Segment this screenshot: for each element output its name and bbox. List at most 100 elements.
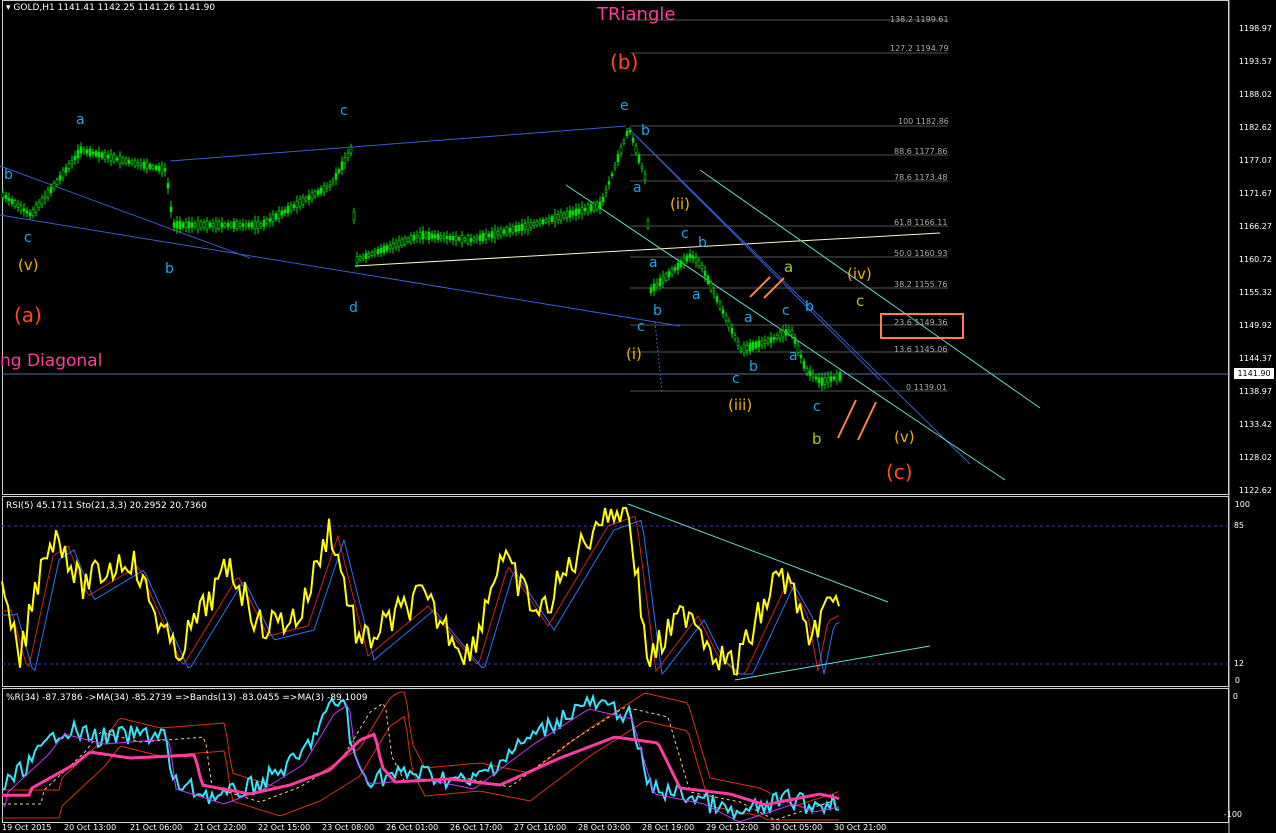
candle-body	[784, 329, 788, 336]
candle-body	[229, 222, 233, 228]
candle-body	[469, 238, 473, 242]
candle-body	[760, 340, 764, 346]
candle-body	[835, 373, 839, 381]
candle-body	[274, 213, 278, 220]
stochastic-line	[2, 515, 840, 675]
candle-body	[508, 228, 512, 233]
wave-label: b	[4, 167, 13, 183]
candle-body	[208, 222, 212, 228]
candle-body	[550, 216, 554, 222]
candle-body	[133, 159, 137, 167]
candle-body	[817, 377, 821, 384]
fib-level-label: 0 1139.01	[906, 383, 947, 392]
main-chart-pane[interactable]: ▾ GOLD,H1 1141.41 1142.25 1141.26 1141.9…	[0, 0, 1276, 496]
candle-body	[715, 296, 719, 302]
price-axis-label: 1133.42	[1238, 420, 1272, 429]
price-axis-label: 1171.67	[1238, 189, 1272, 198]
rsi-pane[interactable]: RSI(5) 45.1711 Sto(21,3,3) 20.2952 20.73…	[0, 496, 1276, 688]
trendline	[169, 125, 627, 162]
candle-body	[298, 198, 302, 207]
candle-body	[616, 154, 620, 163]
candle-body	[7, 197, 11, 201]
candle-body	[442, 235, 446, 239]
candle-body	[505, 226, 509, 236]
candle-body	[514, 225, 518, 233]
candle-body	[535, 221, 539, 226]
candle-body	[439, 235, 443, 239]
candle-body	[253, 221, 257, 229]
candle-body	[712, 291, 716, 294]
candle-body	[772, 337, 776, 340]
candle-body	[310, 192, 314, 199]
wave-label: (c)	[886, 460, 913, 484]
wave-label: c	[856, 292, 865, 310]
date-axis-label: 21 Oct 22:00	[194, 823, 247, 832]
wave-label: b	[749, 359, 758, 375]
wpr-pane[interactable]: %R(34) -87.3786 ->MA(34) -85.2739 =>Band…	[0, 688, 1276, 833]
candle-body	[289, 204, 293, 211]
rsi-header: RSI(5) 45.1711 Sto(21,3,3) 20.2952 20.73…	[6, 501, 207, 511]
candle-body	[184, 222, 188, 228]
rsi-axis-label: 100	[1234, 500, 1250, 509]
candle-body	[481, 232, 485, 242]
rsi-axis-label: 85	[1233, 521, 1244, 530]
rsi-canvas[interactable]	[0, 496, 1276, 688]
wpr-canvas[interactable]	[0, 688, 1276, 833]
candle-body	[769, 337, 773, 343]
candle-body	[19, 204, 23, 211]
candle-body	[778, 332, 782, 339]
wave-label: d	[349, 300, 358, 316]
candle-body	[643, 173, 647, 180]
date-axis-label: 23 Oct 08:00	[322, 823, 375, 832]
candle-body	[145, 162, 149, 170]
candle-body	[100, 152, 104, 158]
candle-body	[334, 172, 338, 180]
candle-body	[373, 251, 377, 255]
candle-body	[724, 315, 728, 321]
candle-body	[190, 222, 194, 228]
candle-body	[421, 231, 425, 240]
candle-body	[28, 212, 32, 217]
candle-body	[709, 282, 713, 291]
wave-label: c	[637, 319, 645, 335]
price-axis-label: 1155.32	[1238, 288, 1272, 297]
fib-level-label: 50.0 1160.93	[894, 249, 948, 258]
wave-label: a	[784, 258, 794, 276]
candle-body	[502, 229, 506, 234]
candle-body	[802, 360, 806, 369]
candle-body	[622, 140, 626, 144]
candle-body	[58, 175, 62, 181]
candle-body	[127, 159, 131, 164]
candle-body	[478, 234, 482, 241]
candle-body	[682, 258, 686, 264]
candle-body	[22, 208, 26, 212]
candle-body	[169, 206, 173, 212]
candle-body	[556, 214, 560, 221]
candle-body	[832, 376, 836, 380]
price-axis-label: 1198.97	[1238, 24, 1272, 33]
candle-body	[529, 222, 533, 228]
candle-body	[532, 222, 536, 226]
main-chart-canvas[interactable]	[0, 0, 1276, 496]
candle-body	[376, 249, 380, 255]
candle-body	[565, 211, 569, 218]
fib-level-label: 138.2 1199.61	[890, 15, 949, 24]
candle-body	[775, 334, 779, 340]
candle-body	[256, 220, 260, 230]
candle-body	[109, 154, 113, 161]
date-axis-label: 28 Oct 03:00	[578, 823, 631, 832]
candle-body	[592, 202, 596, 212]
candle-body	[676, 262, 680, 270]
candle-body	[742, 344, 746, 354]
candle-body	[829, 376, 833, 382]
candle-body	[646, 219, 650, 229]
candle-body	[157, 165, 161, 172]
candle-body	[244, 223, 248, 227]
candle-body	[730, 327, 734, 334]
date-axis-label: 22 Oct 15:00	[258, 823, 311, 832]
candle-body	[463, 238, 467, 241]
candle-body	[211, 223, 215, 227]
candle-body	[814, 376, 818, 380]
wave-label: (v)	[18, 256, 39, 274]
candle-body	[808, 370, 812, 376]
